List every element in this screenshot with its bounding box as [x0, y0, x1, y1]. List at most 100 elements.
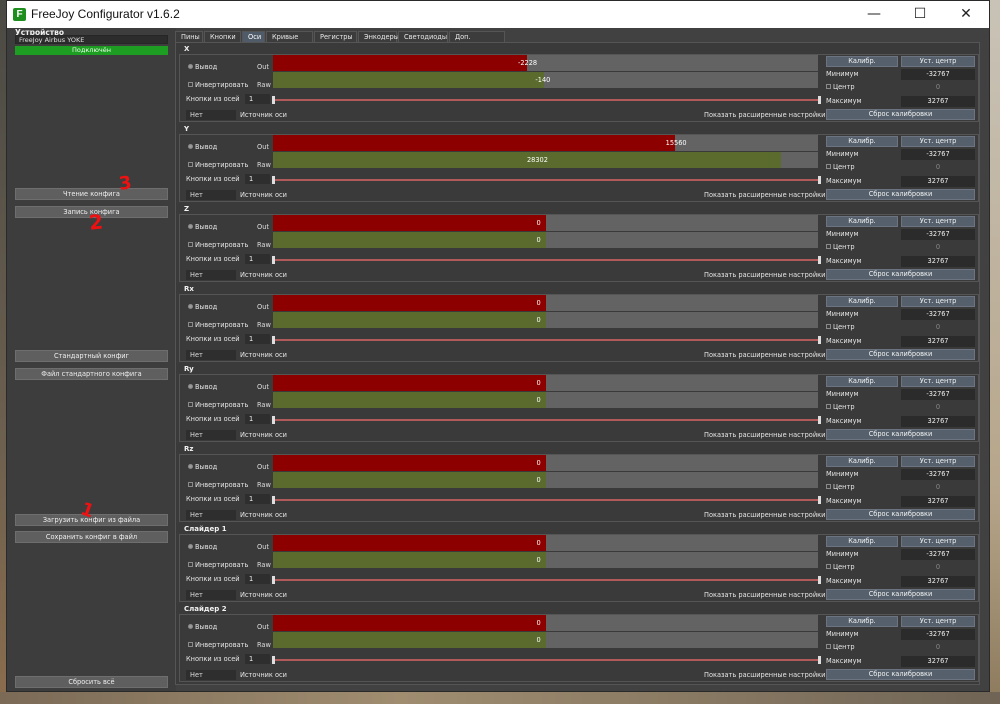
calibrate-button[interactable]: Калибр. [826, 136, 898, 147]
show-advanced-checkbox[interactable]: Показать расширенные настройки [704, 111, 834, 119]
maximum-field[interactable]: 32767 [901, 176, 975, 187]
center-check-box[interactable] [826, 404, 831, 409]
buttons-count-spinbox[interactable]: 1 [245, 414, 270, 424]
tab-0[interactable]: Пины [175, 31, 203, 42]
axis-source-select[interactable]: Нет [186, 110, 236, 120]
output-radio[interactable]: Вывод [188, 63, 217, 71]
output-radio[interactable]: Вывод [188, 303, 217, 311]
maximum-field[interactable]: 32767 [901, 336, 975, 347]
minimum-field[interactable]: -32767 [901, 629, 975, 640]
range-slider-rail[interactable] [273, 659, 821, 661]
invert-check-box[interactable] [188, 562, 193, 567]
range-slider-rail[interactable] [273, 179, 821, 181]
range-slider-right-handle[interactable] [818, 96, 821, 104]
reset-calibration-button[interactable]: Сброс калибровки [826, 269, 975, 280]
buttons-count-spinbox[interactable]: 1 [245, 94, 270, 104]
range-slider-left-handle[interactable] [272, 96, 275, 104]
center-check-box[interactable] [826, 484, 831, 489]
axis-source-select[interactable]: Нет [186, 350, 236, 360]
output-radio-dot[interactable] [188, 304, 193, 309]
invert-checkbox[interactable]: Инвертировать [188, 241, 248, 249]
maximum-field[interactable]: 32767 [901, 576, 975, 587]
reset-all-button[interactable]: Сбросить всё [15, 676, 168, 688]
invert-checkbox[interactable]: Инвертировать [188, 481, 248, 489]
calibrate-button[interactable]: Калибр. [826, 216, 898, 227]
reset-calibration-button[interactable]: Сброс калибровки [826, 189, 975, 200]
center-checkbox[interactable]: Центр [826, 163, 855, 171]
reset-calibration-button[interactable]: Сброс калибровки [826, 429, 975, 440]
maximum-field[interactable]: 32767 [901, 416, 975, 427]
tab-5[interactable]: Энкодеры [358, 31, 399, 42]
range-slider-right-handle[interactable] [818, 176, 821, 184]
center-checkbox[interactable]: Центр [826, 643, 855, 651]
range-slider-left-handle[interactable] [272, 496, 275, 504]
range-slider-right-handle[interactable] [818, 336, 821, 344]
show-advanced-checkbox[interactable]: Показать расширенные настройки [704, 271, 834, 279]
range-slider-left-handle[interactable] [272, 416, 275, 424]
invert-check-box[interactable] [188, 162, 193, 167]
minimize-button[interactable]: — [851, 1, 897, 28]
buttons-count-spinbox[interactable]: 1 [245, 174, 270, 184]
range-slider-rail[interactable] [273, 259, 821, 261]
show-advanced-checkbox[interactable]: Показать расширенные настройки [704, 591, 834, 599]
center-check-box[interactable] [826, 164, 831, 169]
minimum-field[interactable]: -32767 [901, 309, 975, 320]
range-slider-right-handle[interactable] [818, 656, 821, 664]
buttons-count-spinbox[interactable]: 1 [245, 574, 270, 584]
calibrate-button[interactable]: Калибр. [826, 456, 898, 467]
reset-calibration-button[interactable]: Сброс калибровки [826, 589, 975, 600]
invert-checkbox[interactable]: Инвертировать [188, 161, 248, 169]
range-slider-left-handle[interactable] [272, 176, 275, 184]
range-slider-right-handle[interactable] [818, 576, 821, 584]
center-check-box[interactable] [826, 644, 831, 649]
set-center-button[interactable]: Уст. центр [901, 616, 975, 627]
tab-7[interactable]: Доп. настройки [449, 31, 505, 52]
tab-2[interactable]: Оси [242, 31, 265, 42]
minimum-field[interactable]: -32767 [901, 469, 975, 480]
range-slider-right-handle[interactable] [818, 496, 821, 504]
range-slider-rail[interactable] [273, 99, 821, 101]
center-checkbox[interactable]: Центр [826, 483, 855, 491]
reset-calibration-button[interactable]: Сброс калибровки [826, 669, 975, 680]
calibrate-button[interactable]: Калибр. [826, 296, 898, 307]
range-slider-rail[interactable] [273, 339, 821, 341]
range-slider-left-handle[interactable] [272, 256, 275, 264]
buttons-count-spinbox[interactable]: 1 [245, 334, 270, 344]
default-config-file-button[interactable]: Файл стандартного конфига [15, 368, 168, 380]
axis-source-select[interactable]: Нет [186, 670, 236, 680]
output-radio-dot[interactable] [188, 64, 193, 69]
range-slider-rail[interactable] [273, 499, 821, 501]
set-center-button[interactable]: Уст. центр [901, 536, 975, 547]
reset-calibration-button[interactable]: Сброс калибровки [826, 349, 975, 360]
set-center-button[interactable]: Уст. центр [901, 456, 975, 467]
center-checkbox[interactable]: Центр [826, 83, 855, 91]
output-radio[interactable]: Вывод [188, 143, 217, 151]
output-radio-dot[interactable] [188, 624, 193, 629]
invert-checkbox[interactable]: Инвертировать [188, 401, 248, 409]
axis-source-select[interactable]: Нет [186, 510, 236, 520]
default-config-button[interactable]: Стандартный конфиг [15, 350, 168, 362]
buttons-count-spinbox[interactable]: 1 [245, 254, 270, 264]
axis-source-select[interactable]: Нет [186, 190, 236, 200]
tab-6[interactable]: Светодиоды [398, 31, 448, 42]
output-radio[interactable]: Вывод [188, 223, 217, 231]
maximum-field[interactable]: 32767 [901, 496, 975, 507]
range-slider-left-handle[interactable] [272, 576, 275, 584]
show-advanced-checkbox[interactable]: Показать расширенные настройки [704, 511, 834, 519]
save-config-file-button[interactable]: Сохранить конфиг в файл [15, 531, 168, 543]
set-center-button[interactable]: Уст. центр [901, 216, 975, 227]
output-radio[interactable]: Вывод [188, 463, 217, 471]
invert-check-box[interactable] [188, 482, 193, 487]
close-button[interactable]: ✕ [943, 1, 989, 28]
show-advanced-checkbox[interactable]: Показать расширенные настройки [704, 431, 834, 439]
calibrate-button[interactable]: Калибр. [826, 56, 898, 67]
invert-check-box[interactable] [188, 322, 193, 327]
maximum-field[interactable]: 32767 [901, 96, 975, 107]
tab-1[interactable]: Кнопки [204, 31, 241, 42]
calibrate-button[interactable]: Калибр. [826, 376, 898, 387]
title-bar[interactable]: F FreeJoy Configurator v1.6.2 — ☐ ✕ [7, 1, 989, 28]
minimum-field[interactable]: -32767 [901, 149, 975, 160]
output-radio-dot[interactable] [188, 384, 193, 389]
set-center-button[interactable]: Уст. центр [901, 296, 975, 307]
invert-checkbox[interactable]: Инвертировать [188, 81, 248, 89]
